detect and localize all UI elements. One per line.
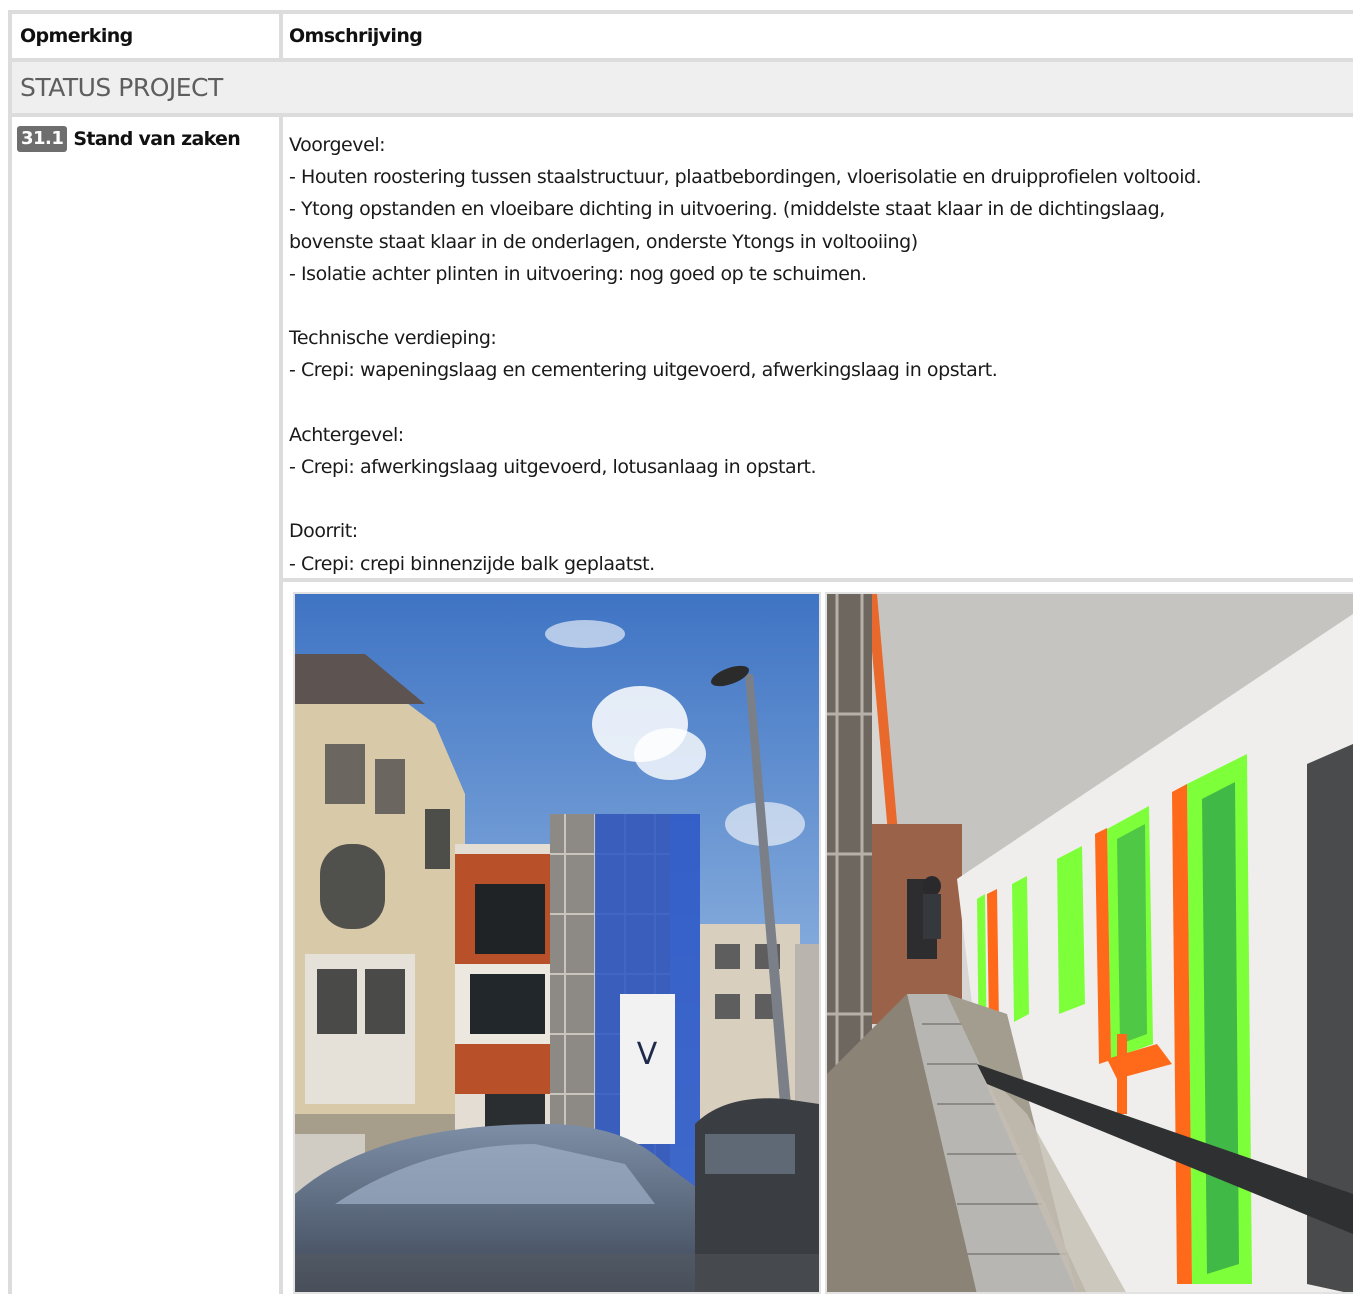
gallery-wall-photo[interactable] <box>825 592 1353 1294</box>
report-table: Opmerking Omschrijving STATUS PROJECT 31… <box>8 10 1353 1294</box>
description-line: Doorrit: <box>289 520 358 543</box>
item-number-badge: 31.1 <box>17 126 68 152</box>
description-line: Achtergevel: <box>289 423 404 446</box>
description-line: - Crepi: afwerkingslaag uitgevoerd, lotu… <box>289 456 817 478</box>
description-cell: Voorgevel: - Houten roostering tussen sta… <box>283 117 1353 578</box>
photo-cell: V <box>283 582 1353 1294</box>
description-line: Technische verdieping: <box>289 327 497 350</box>
building-facade-photo[interactable]: V <box>293 592 821 1294</box>
remark-item: 31.1 Stand van zaken <box>17 126 279 152</box>
description-line: - Crepi: crepi binnenzijde balk geplaats… <box>289 552 655 575</box>
description-line: - Ytong opstanden en vloeibare dichting … <box>289 198 1165 221</box>
remark-cell: 31.1 Stand van zaken <box>12 117 279 1294</box>
description-line: - Isolatie achter plinten in uitvoering:… <box>289 262 867 285</box>
column-header-opmerking: Opmerking <box>12 14 279 58</box>
description-line: - Houten roostering tussen staalstructuu… <box>289 166 1202 189</box>
description-line: Voorgevel: <box>289 134 386 156</box>
gallery-wall-image <box>827 594 1353 1292</box>
svg-text:V: V <box>637 1037 658 1072</box>
section-title: STATUS PROJECT <box>12 62 1353 113</box>
description-line: bovenste staat klaar in de onderlagen, o… <box>289 230 918 253</box>
column-header-omschrijving: Omschrijving <box>283 14 1353 58</box>
description-line: - Crepi: wapeningslaag en cementering ui… <box>289 359 998 382</box>
description-text: Voorgevel: - Houten roostering tussen sta… <box>289 129 1353 580</box>
building-facade-image: V <box>295 594 819 1292</box>
item-title: Stand van zaken <box>73 128 241 150</box>
